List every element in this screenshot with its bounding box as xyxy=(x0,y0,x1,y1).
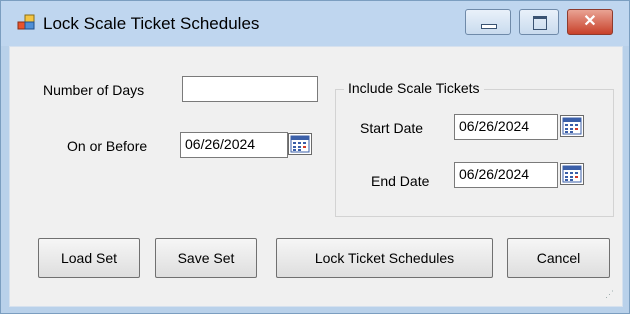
load-set-button[interactable]: Load Set xyxy=(38,238,140,278)
on-or-before-input[interactable]: 06/26/2024 xyxy=(180,132,288,158)
window-title: Lock Scale Ticket Schedules xyxy=(43,14,260,33)
number-of-days-input[interactable] xyxy=(182,76,318,102)
minimize-icon xyxy=(481,24,497,29)
cancel-button[interactable]: Cancel xyxy=(507,238,610,278)
dialog-window: Lock Scale Ticket Schedules ✕ Number of … xyxy=(0,0,630,314)
close-button[interactable]: ✕ xyxy=(567,9,613,35)
start-date-label: Start Date xyxy=(360,120,424,136)
lock-ticket-schedules-button[interactable]: Lock Ticket Schedules xyxy=(276,238,493,278)
resize-grip-icon[interactable]: ⋰ xyxy=(605,289,614,300)
start-date-input[interactable]: 06/26/2024 xyxy=(454,114,558,140)
start-date-calendar-button[interactable] xyxy=(560,115,584,137)
calendar-icon xyxy=(290,135,310,153)
on-or-before-calendar-button[interactable] xyxy=(288,133,312,155)
end-date-calendar-button[interactable] xyxy=(560,163,584,185)
end-date-input[interactable]: 06/26/2024 xyxy=(454,162,558,188)
maximize-button[interactable] xyxy=(519,9,559,35)
number-of-days-label: Number of Days xyxy=(43,82,145,98)
calendar-icon xyxy=(562,165,582,183)
on-or-before-label: On or Before xyxy=(67,138,148,154)
dialog-content: Number of Days On or Before 06/26/2024 I… xyxy=(9,46,623,307)
save-set-button[interactable]: Save Set xyxy=(155,238,257,278)
end-date-label: End Date xyxy=(371,173,430,189)
form-icon xyxy=(17,13,35,31)
title-bar[interactable]: Lock Scale Ticket Schedules ✕ xyxy=(1,1,629,46)
close-icon: ✕ xyxy=(583,13,597,30)
include-scale-tickets-title: Include Scale Tickets xyxy=(344,80,484,96)
minimize-button[interactable] xyxy=(465,9,511,35)
maximize-icon xyxy=(533,16,547,30)
include-scale-tickets-group xyxy=(335,89,614,217)
calendar-icon xyxy=(562,117,582,135)
